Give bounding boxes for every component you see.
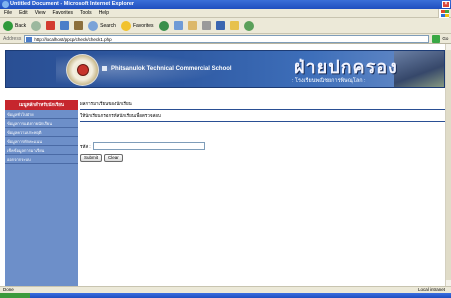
department-subtitle: : โรงเรียนพณิชยการพิษณุโลก : xyxy=(292,78,366,84)
student-id-label: รหัส : xyxy=(80,143,91,149)
banner-photo xyxy=(394,51,444,87)
search-icon xyxy=(88,20,99,31)
toolbar: Back Search Favorites xyxy=(0,18,451,34)
page-content: Phitsanulok Technical Commercial School … xyxy=(0,44,451,286)
start-button[interactable] xyxy=(0,293,30,298)
menu-edit[interactable]: Edit xyxy=(19,10,28,16)
mail-icon xyxy=(187,21,197,30)
clear-button[interactable]: Clear xyxy=(104,154,123,162)
stop-button[interactable] xyxy=(46,21,56,30)
page-icon xyxy=(26,36,33,42)
search-button[interactable]: Search xyxy=(88,20,116,31)
status-bar: Done Local intranet xyxy=(0,286,451,293)
school-seal-icon xyxy=(66,54,99,86)
page-title: ผลการมาเรียนของนักเรียน xyxy=(80,101,132,106)
star-icon xyxy=(120,20,131,31)
student-menu: เมนูหลักสำหรับนักเรียน ข้อมูลทั่วไปฝ่าย … xyxy=(5,100,78,286)
address-bar: Address http://localhost/ppcp/check/chec… xyxy=(0,34,451,44)
back-button[interactable]: Back xyxy=(3,20,26,31)
edit-icon xyxy=(215,21,225,30)
divider xyxy=(80,109,445,110)
forward-button[interactable] xyxy=(31,20,42,31)
address-label: Address xyxy=(3,35,22,42)
menu-item-attendance[interactable]: เช็คข้อมูลการมาเรียน xyxy=(5,146,78,155)
menu-item-general-info[interactable]: ข้อมูลทั่วไปฝ่าย xyxy=(5,110,78,119)
back-arrow-icon xyxy=(3,20,13,31)
menu-bar: File Edit View Favorites Tools Help xyxy=(0,9,451,18)
windows-taskbar xyxy=(0,293,451,298)
media-button[interactable] xyxy=(158,20,169,31)
student-menu-header: เมนูหลักสำหรับนักเรียน xyxy=(5,100,78,110)
refresh-icon xyxy=(60,21,70,30)
edit-button[interactable] xyxy=(215,21,225,30)
folder-button[interactable] xyxy=(229,21,239,30)
main-content: ผลการมาเรียนของนักเรียน ให้นักเรียนกรอกร… xyxy=(80,100,445,162)
go-button-label[interactable]: Go xyxy=(442,36,448,41)
refresh-button[interactable] xyxy=(60,21,70,30)
menu-tools[interactable]: Tools xyxy=(80,10,92,16)
student-id-input[interactable] xyxy=(92,142,205,150)
address-input[interactable]: http://localhost/ppcp/check/check1.php xyxy=(24,34,430,43)
menu-file[interactable]: File xyxy=(4,10,12,16)
status-text: Done xyxy=(3,287,14,292)
divider xyxy=(80,121,445,122)
window-title: Untitled Document - Microsoft Internet E… xyxy=(10,1,135,7)
menu-favorites[interactable]: Favorites xyxy=(52,10,73,16)
address-url: http://localhost/ppcp/check/check1.php xyxy=(34,36,112,42)
history-icon xyxy=(173,21,183,30)
home-button[interactable] xyxy=(74,21,84,30)
window-titlebar: Untitled Document - Microsoft Internet E… xyxy=(0,0,451,9)
menu-view[interactable]: View xyxy=(35,10,46,16)
menu-item-dress-code[interactable]: ข้อมูลการแต่งกายนักเรียน xyxy=(5,119,78,128)
close-window-button[interactable]: × xyxy=(442,1,450,8)
folder-icon xyxy=(229,21,239,30)
menu-item-deductions[interactable]: ข้อมูลการหักคะแนน xyxy=(5,137,78,146)
history-button[interactable] xyxy=(173,21,183,30)
menu-item-behavior[interactable]: ข้อมูลความประพฤติ xyxy=(5,128,78,137)
mail-button[interactable] xyxy=(187,21,197,30)
home-icon xyxy=(74,21,84,30)
header-banner: Phitsanulok Technical Commercial School … xyxy=(5,50,445,89)
stop-icon xyxy=(46,21,56,30)
school-name: Phitsanulok Technical Commercial School xyxy=(102,66,232,72)
student-id-row: รหัส : xyxy=(80,142,205,150)
go-arrow-icon[interactable] xyxy=(432,34,441,43)
menu-help[interactable]: Help xyxy=(99,10,109,16)
messenger-button[interactable] xyxy=(243,20,254,31)
printer-icon xyxy=(201,21,211,30)
favorites-button[interactable]: Favorites xyxy=(120,20,154,31)
seal-emblem xyxy=(77,64,89,76)
menu-item-logout[interactable]: ออกจากระบบ xyxy=(5,155,78,164)
instruction-text: ให้นักเรียนกรอกรหัสนักเรียนเพื่อตรวจสอบ xyxy=(80,113,161,118)
submit-button[interactable]: Submit xyxy=(80,154,103,162)
windows-logo-icon xyxy=(438,9,449,18)
messenger-icon xyxy=(243,20,254,31)
scrollbar-thumb[interactable] xyxy=(446,50,451,280)
media-icon xyxy=(158,20,169,31)
internet-explorer-icon xyxy=(2,1,9,8)
form-buttons: Submit Clear xyxy=(80,154,125,162)
bullet-icon xyxy=(102,66,107,71)
forward-arrow-icon xyxy=(31,20,42,31)
vertical-scrollbar[interactable] xyxy=(445,44,451,286)
print-button[interactable] xyxy=(201,21,211,30)
